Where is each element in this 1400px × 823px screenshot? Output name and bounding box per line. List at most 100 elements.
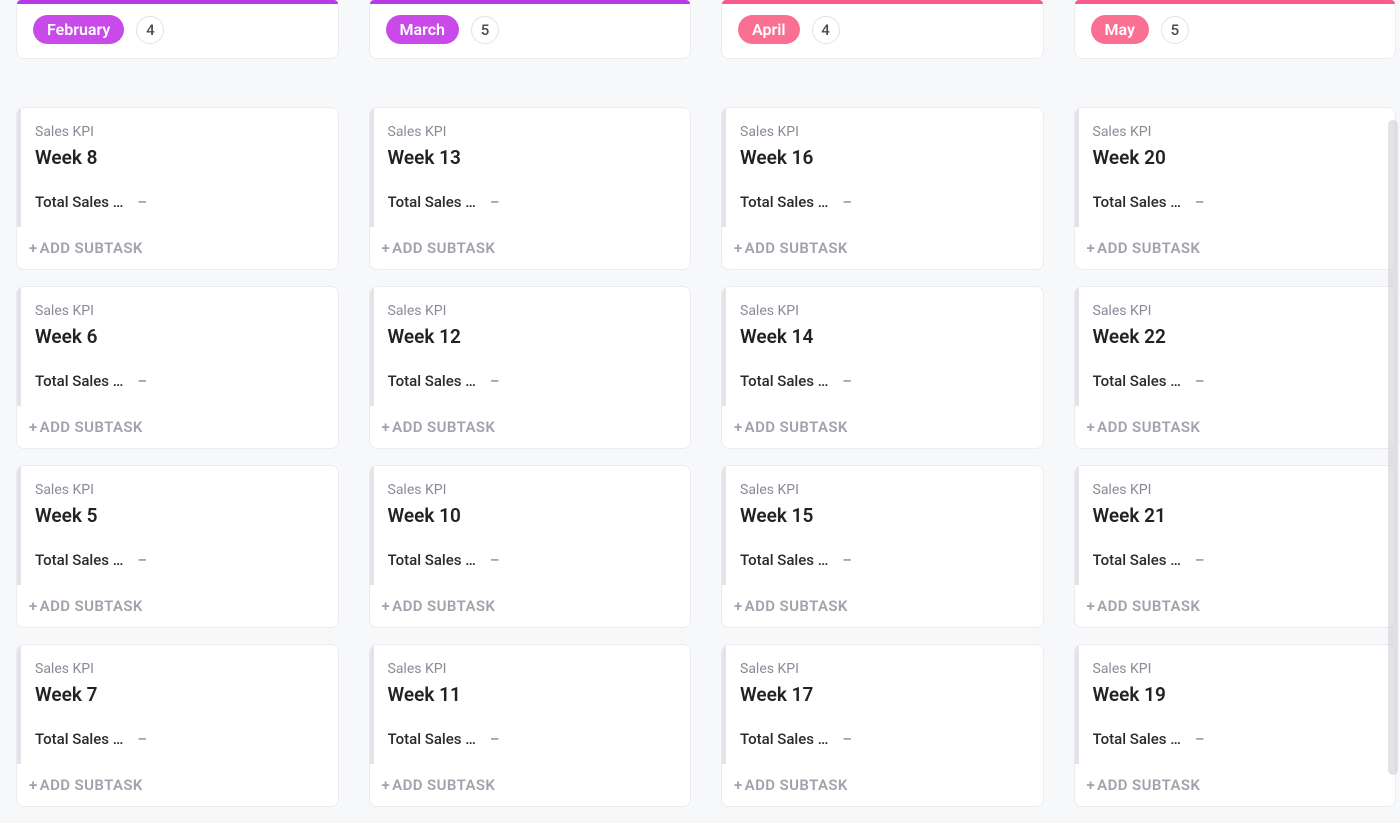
task-card[interactable]: Sales KPIWeek 6Total Sales …–+ADD SUBTAS… <box>16 286 339 449</box>
add-subtask-button[interactable]: +ADD SUBTASK <box>17 764 338 806</box>
card-title: Week 15 <box>740 504 1027 527</box>
task-card[interactable]: Sales KPIWeek 19Total Sales …–+ADD SUBTA… <box>1074 644 1397 807</box>
task-card[interactable]: Sales KPIWeek 14Total Sales …–+ADD SUBTA… <box>721 286 1044 449</box>
card-category-label: Sales KPI <box>740 124 1027 140</box>
add-subtask-button[interactable]: +ADD SUBTASK <box>17 585 338 627</box>
task-card[interactable]: Sales KPIWeek 20Total Sales …–+ADD SUBTA… <box>1074 107 1397 270</box>
card-field-name: Total Sales … <box>740 372 828 390</box>
plus-icon: + <box>29 418 38 436</box>
task-card[interactable]: Sales KPIWeek 17Total Sales …–+ADD SUBTA… <box>721 644 1044 807</box>
month-pill[interactable]: April <box>738 15 800 44</box>
cards-list: Sales KPIWeek 13Total Sales …–+ADD SUBTA… <box>369 107 692 807</box>
add-subtask-button[interactable]: +ADD SUBTASK <box>1075 764 1396 806</box>
column-february: February4 Sales KPIWeek 8Total Sales …–+A… <box>16 0 339 807</box>
count-pill: 4 <box>812 16 840 44</box>
column-header: February4 <box>16 0 339 59</box>
plus-icon: + <box>29 597 38 615</box>
card-title: Week 20 <box>1093 146 1380 169</box>
card-body: Sales KPIWeek 11Total Sales …– <box>370 645 691 764</box>
cards-list: Sales KPIWeek 8Total Sales …–+ADD SUBTAS… <box>16 107 339 807</box>
plus-icon: + <box>382 239 391 257</box>
card-title: Week 16 <box>740 146 1027 169</box>
task-card[interactable]: Sales KPIWeek 7Total Sales …–+ADD SUBTAS… <box>16 644 339 807</box>
card-category-label: Sales KPI <box>1093 124 1380 140</box>
add-subtask-button[interactable]: +ADD SUBTASK <box>1075 406 1396 448</box>
count-pill: 5 <box>1161 16 1189 44</box>
card-field-name: Total Sales … <box>1093 372 1181 390</box>
plus-icon: + <box>29 239 38 257</box>
plus-icon: + <box>734 418 743 436</box>
card-body: Sales KPIWeek 20Total Sales …– <box>1075 108 1396 227</box>
add-subtask-label: ADD SUBTASK <box>392 418 495 436</box>
card-field-name: Total Sales … <box>35 372 123 390</box>
task-card[interactable]: Sales KPIWeek 13Total Sales …–+ADD SUBTA… <box>369 107 692 270</box>
add-subtask-button[interactable]: +ADD SUBTASK <box>17 227 338 269</box>
card-field-name: Total Sales … <box>35 551 123 569</box>
task-card[interactable]: Sales KPI Week 15 Total Sales …– +ADD SUBTA… <box>721 465 1044 628</box>
card-body: Sales KPIWeek 22Total Sales …– <box>1075 287 1396 406</box>
add-subtask-button[interactable]: +ADD SUBTASK <box>722 764 1043 806</box>
card-category-label: Sales KPI <box>388 482 675 498</box>
card-field-row: Total Sales …– <box>740 730 1027 748</box>
add-subtask-button[interactable]: +ADD SUBTASK <box>1075 227 1396 269</box>
card-body: Sales KPIWeek 10Total Sales …– <box>370 466 691 585</box>
task-card[interactable]: Sales KPIWeek 8Total Sales …–+ADD SUBTAS… <box>16 107 339 270</box>
card-body: Sales KPIWeek 5Total Sales …– <box>17 466 338 585</box>
task-card[interactable]: Sales KPIWeek 21Total Sales …–+ADD SUBTA… <box>1074 465 1397 628</box>
card-title: Week 5 <box>35 504 322 527</box>
card-category-label: Sales KPI <box>1093 661 1380 677</box>
card-field-value: – <box>490 372 500 390</box>
card-field-name: Total Sales … <box>1093 730 1181 748</box>
card-category-label: Sales KPI <box>740 303 1027 319</box>
add-subtask-button[interactable]: +ADD SUBTASK <box>370 764 691 806</box>
card-body: Sales KPIWeek 16Total Sales …– <box>722 108 1043 227</box>
task-card[interactable]: Sales KPIWeek 5Total Sales …–+ADD SUBTAS… <box>16 465 339 628</box>
column-header: May 5 <box>1074 0 1397 59</box>
task-card[interactable]: Sales KPIWeek 22Total Sales …–+ADD SUBTA… <box>1074 286 1397 449</box>
task-card[interactable]: Sales KPIWeek 11Total Sales …–+ADD SUBTA… <box>369 644 692 807</box>
month-pill[interactable]: May <box>1091 15 1149 44</box>
task-card[interactable]: Sales KPIWeek 10Total Sales …–+ADD SUBTA… <box>369 465 692 628</box>
add-subtask-button[interactable]: +ADD SUBTASK <box>370 227 691 269</box>
column-header: March5 <box>369 0 692 59</box>
card-body: Sales KPIWeek 14Total Sales …– <box>722 287 1043 406</box>
card-field-row: Total Sales …– <box>1093 551 1380 569</box>
card-category-label: Sales KPI <box>388 124 675 140</box>
add-subtask-label: ADD SUBTASK <box>40 239 143 257</box>
card-body: Sales KPIWeek 7Total Sales …– <box>17 645 338 764</box>
add-subtask-label: ADD SUBTASK <box>745 776 848 794</box>
card-body: Sales KPIWeek 13Total Sales …– <box>370 108 691 227</box>
task-card[interactable]: Sales KPIWeek 16Total Sales …–+ADD SUBTA… <box>721 107 1044 270</box>
add-subtask-label: ADD SUBTASK <box>392 597 495 615</box>
card-field-value: – <box>842 730 852 748</box>
add-subtask-button[interactable]: +ADD SUBTASK <box>1075 585 1396 627</box>
add-subtask-label: ADD SUBTASK <box>392 776 495 794</box>
card-field-value: – <box>842 372 852 390</box>
month-pill[interactable]: March <box>386 15 459 44</box>
vertical-scrollbar[interactable] <box>1388 120 1398 775</box>
card-field-value: – <box>137 730 147 748</box>
add-subtask-label: ADD SUBTASK <box>392 239 495 257</box>
card-category-label: Sales KPI <box>35 303 322 319</box>
add-subtask-button[interactable]: +ADD SUBTASK <box>370 585 691 627</box>
card-field-value: – <box>1195 193 1205 211</box>
card-field-row: Total Sales …– <box>1093 372 1380 390</box>
card-field-value: – <box>490 551 500 569</box>
add-subtask-button[interactable]: +ADD SUBTASK <box>722 227 1043 269</box>
card-field-row: Total Sales …– <box>1093 730 1380 748</box>
add-subtask-button[interactable]: +ADD SUBTASK <box>722 406 1043 448</box>
card-field-row: Total Sales …– <box>388 730 675 748</box>
month-pill[interactable]: February <box>33 15 124 44</box>
card-category-label: Sales KPI <box>740 482 1027 498</box>
add-subtask-button[interactable]: +ADD SUBTASK <box>722 585 1043 627</box>
add-subtask-button[interactable]: +ADD SUBTASK <box>370 406 691 448</box>
card-field-row: Total Sales …– <box>35 372 322 390</box>
card-field-value: – <box>137 551 147 569</box>
cards-list: Sales KPIWeek 16Total Sales …–+ADD SUBTA… <box>721 107 1044 807</box>
card-field-value: – <box>490 730 500 748</box>
add-subtask-button[interactable]: +ADD SUBTASK <box>17 406 338 448</box>
plus-icon: + <box>1087 418 1096 436</box>
card-field-value: – <box>842 551 852 569</box>
card-field-name: Total Sales … <box>740 551 828 569</box>
task-card[interactable]: Sales KPIWeek 12Total Sales …–+ADD SUBTA… <box>369 286 692 449</box>
